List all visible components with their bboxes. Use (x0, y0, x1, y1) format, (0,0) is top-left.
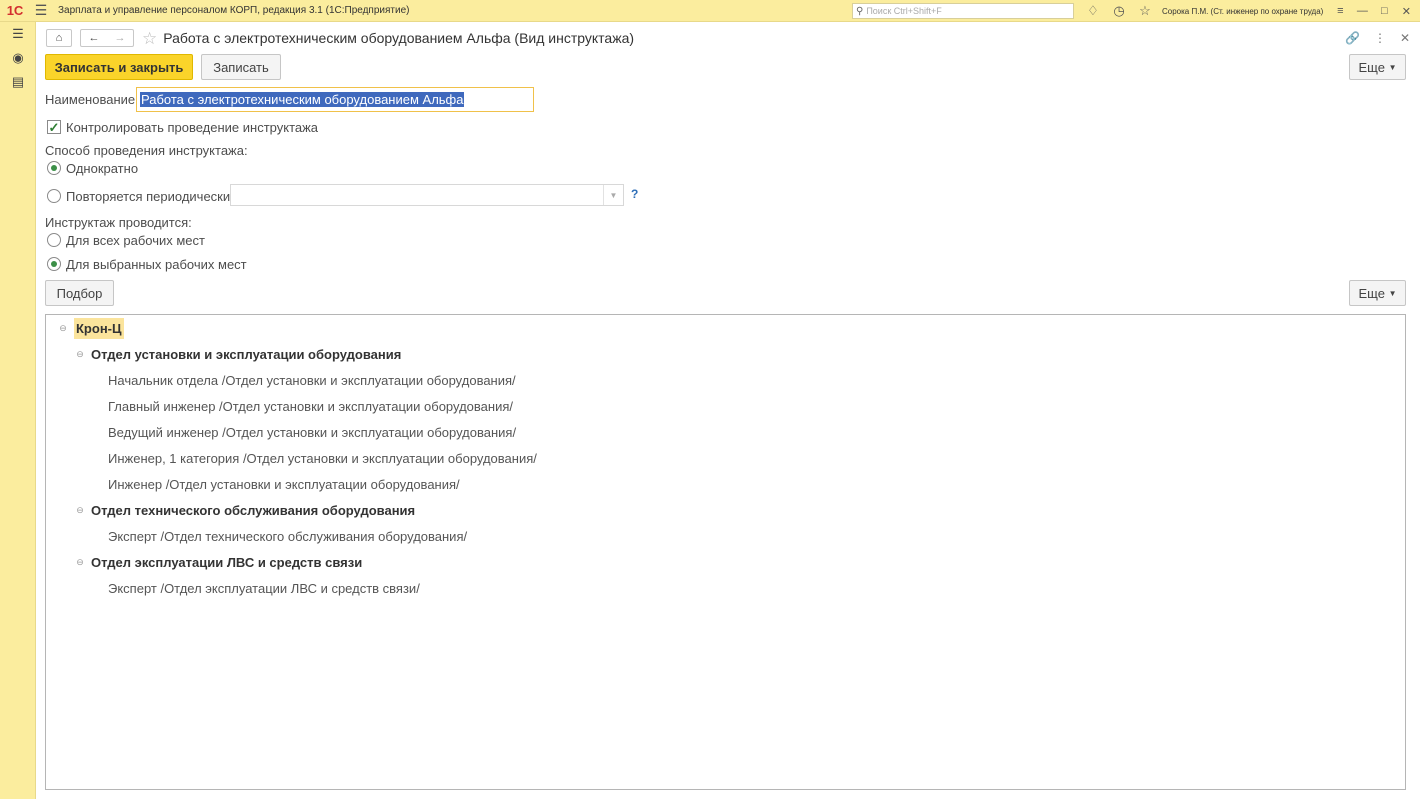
more-label: Еще (1358, 59, 1385, 75)
tree-group-label: Отдел эксплуатации ЛВС и средств связи (91, 554, 363, 570)
chevron-down-icon: ▼ (1388, 62, 1397, 72)
tree-collapse-icon[interactable]: ⊖ (56, 323, 70, 334)
places-all-radio[interactable] (47, 233, 61, 247)
tree-group-label: Отдел технического обслуживания оборудов… (91, 502, 416, 518)
places-label: Инструктаж проводится: (45, 215, 192, 230)
tree-group-label: Отдел установки и эксплуатации оборудова… (91, 346, 402, 362)
1c-logo-icon[interactable]: 1C (0, 0, 30, 22)
tree-root[interactable]: ⊖ Крон-Ц (56, 316, 124, 340)
link-icon[interactable]: 🔗 (1345, 31, 1360, 45)
places-selected-label[interactable]: Для выбранных рабочих мест (66, 257, 247, 272)
tree-item[interactable]: Инженер, 1 категория /Отдел установки и … (108, 446, 537, 470)
chevron-down-icon: ▼ (1388, 288, 1397, 298)
nav-buttons: ← → (80, 29, 134, 47)
method-periodic-radio[interactable] (47, 189, 61, 203)
app-title-bar: 1C ☰ Зарплата и управление персоналом КО… (0, 0, 1420, 22)
more-button[interactable]: Еще ▼ (1349, 280, 1406, 306)
maximize-icon[interactable]: □ (1373, 0, 1395, 22)
radio-selected-dot (51, 165, 57, 171)
tree-collapse-icon[interactable]: ⊖ (73, 505, 87, 516)
save-button[interactable]: Записать (201, 54, 281, 80)
tree-item-label: Начальник отдела /Отдел установки и эксп… (108, 372, 516, 388)
close-icon[interactable]: ✕ (1395, 0, 1417, 22)
more-button[interactable]: Еще ▼ (1349, 54, 1406, 80)
save-and-close-button[interactable]: Записать и закрыть (45, 54, 193, 80)
minimize-icon[interactable]: ― (1351, 0, 1373, 22)
back-icon[interactable]: ← (89, 32, 100, 44)
tree-item[interactable]: Инженер /Отдел установки и эксплуатации … (108, 472, 460, 496)
form-header-actions: 🔗 ⋮ ✕ (1345, 28, 1410, 48)
home-icon[interactable]: ⌂ (46, 29, 72, 47)
radio-selected-dot (51, 261, 57, 267)
name-field[interactable]: Работа с электротехническим оборудование… (136, 87, 534, 112)
search-icon: ⚲ (856, 5, 864, 17)
title-bar-actions: ♢ ◷ ☆ Сорока П.М. (Ст. инженер по охране… (1080, 0, 1417, 22)
places-selected-radio[interactable] (47, 257, 61, 271)
tree-root-label: Крон-Ц (74, 317, 124, 339)
workplaces-tree[interactable]: ⊖ Крон-Ц ⊖ Отдел установки и эксплуатаци… (45, 314, 1406, 790)
more-vert-icon[interactable]: ⋮ (1374, 31, 1386, 45)
tree-item-label: Инженер, 1 категория /Отдел установки и … (108, 450, 537, 466)
app-title: Зарплата и управление персоналом КОРП, р… (58, 5, 410, 16)
sections-panel: ☰ ◉ ▤ (0, 22, 36, 799)
form-window: ⌂ ← → ☆ Работа с электротехническим обор… (36, 22, 1420, 799)
pick-button[interactable]: Подбор (45, 280, 114, 306)
forward-icon[interactable]: → (115, 32, 126, 44)
tree-item-label: Эксперт /Отдел эксплуатации ЛВС и средст… (108, 580, 420, 596)
more-label: Еще (1358, 285, 1385, 301)
tree-collapse-icon[interactable]: ⊖ (73, 557, 87, 568)
favorites-star-icon[interactable]: ☆ (1132, 0, 1158, 22)
page-title: Работа с электротехническим оборудование… (163, 30, 635, 46)
control-checkbox[interactable]: ✓ (47, 120, 61, 134)
method-label: Способ проведения инструктажа: (45, 143, 248, 158)
settings-menu-icon[interactable]: ≡ (1329, 0, 1351, 22)
tree-item[interactable]: Главный инженер /Отдел установки и экспл… (108, 394, 513, 418)
current-user[interactable]: Сорока П.М. (Ст. инженер по охране труда… (1162, 7, 1323, 16)
tree-item-label: Главный инженер /Отдел установки и экспл… (108, 398, 513, 414)
tree-group[interactable]: ⊖ Отдел установки и эксплуатации оборудо… (73, 342, 401, 366)
tree-item[interactable]: Начальник отдела /Отдел установки и эксп… (108, 368, 516, 392)
news-icon[interactable]: ▤ (0, 70, 36, 94)
help-icon[interactable]: ? (631, 187, 638, 201)
method-once-radio[interactable] (47, 161, 61, 175)
tree-item[interactable]: Ведущий инженер /Отдел установки и экспл… (108, 420, 516, 444)
main-menu-icon[interactable]: ☰ (30, 0, 52, 22)
tree-collapse-icon[interactable]: ⊖ (73, 349, 87, 360)
tree-item[interactable]: Эксперт /Отдел эксплуатации ЛВС и средст… (108, 576, 420, 600)
tree-group[interactable]: ⊖ Отдел технического обслуживания оборуд… (73, 498, 415, 522)
name-label: Наименование: (45, 92, 139, 107)
tree-item-label: Ведущий инженер /Отдел установки и экспл… (108, 424, 517, 440)
search-placeholder: Поиск Ctrl+Shift+F (866, 6, 942, 16)
favorites-star-icon[interactable]: ☆ (142, 30, 157, 47)
name-value: Работа с электротехническим оборудование… (140, 92, 465, 107)
tree-group[interactable]: ⊖ Отдел эксплуатации ЛВС и средств связи (73, 550, 362, 574)
places-all-label[interactable]: Для всех рабочих мест (66, 233, 205, 248)
method-periodic-label[interactable]: Повторяется периодически (66, 189, 230, 204)
method-once-label[interactable]: Однократно (66, 161, 138, 176)
tree-item-label: Эксперт /Отдел технического обслуживания… (108, 528, 468, 544)
tree-item[interactable]: Эксперт /Отдел технического обслуживания… (108, 524, 467, 548)
periodicity-field[interactable]: ▼ (230, 184, 624, 206)
chevron-down-icon[interactable]: ▼ (603, 185, 623, 205)
close-icon[interactable]: ✕ (1400, 31, 1410, 45)
history-icon[interactable]: ◷ (1106, 0, 1132, 22)
desktop-icon[interactable]: ◉ (0, 46, 36, 70)
form-header: ⌂ ← → ☆ Работа с электротехническим обор… (46, 28, 634, 48)
bell-icon[interactable]: ♢ (1080, 0, 1106, 22)
control-label[interactable]: Контролировать проведение инструктажа (66, 120, 318, 135)
tree-item-label: Инженер /Отдел установки и эксплуатации … (108, 476, 460, 492)
sections-icon[interactable]: ☰ (0, 22, 36, 46)
global-search-input[interactable]: ⚲ Поиск Ctrl+Shift+F (852, 3, 1074, 19)
